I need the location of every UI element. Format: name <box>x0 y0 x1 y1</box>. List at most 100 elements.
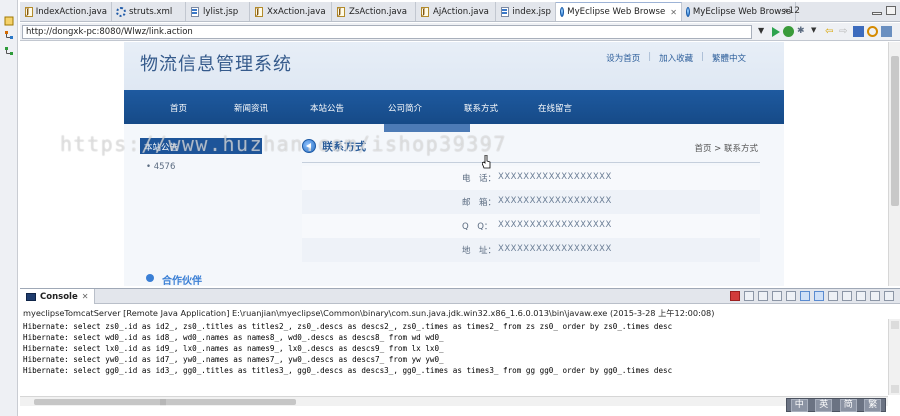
refresh-icon[interactable] <box>867 26 878 37</box>
browser-viewport: 物流信息管理系统 设为首页 | 加入收藏 | 繁體中文 首页 新闻资讯 本站公告… <box>20 42 900 286</box>
contact-heading-text: 联系方式 <box>322 140 366 153</box>
divider: | <box>701 52 704 62</box>
tab-label: struts.xml <box>129 6 173 17</box>
tab-label: AjAction.java <box>433 6 489 17</box>
terminate-icon[interactable] <box>730 291 740 301</box>
debug-icon[interactable] <box>783 26 794 37</box>
chevron-down-icon[interactable]: ▼ <box>811 26 822 37</box>
window-controls <box>872 6 896 15</box>
ime-chinese-button[interactable]: 中 <box>790 398 808 412</box>
hand-cursor-icon <box>482 155 491 169</box>
scroll-up-icon[interactable] <box>891 321 899 329</box>
nav-active-indicator <box>384 124 470 132</box>
grip-icon: ||| <box>160 399 167 406</box>
tab-overflow-button[interactable]: »12 <box>783 6 800 16</box>
console-line: Hibernate: select lx0_.id as id9_, lx0_.… <box>23 344 444 353</box>
console-line: Hibernate: select zs0_.id as id2_, zs0_.… <box>23 322 673 331</box>
console-vertical-scrollbar[interactable] <box>888 319 900 395</box>
open-external-icon[interactable] <box>881 26 892 37</box>
console-horizontal-scrollbar[interactable]: ||| <box>20 396 888 406</box>
close-icon[interactable]: ✕ <box>82 292 89 301</box>
web-browser-icon <box>686 6 690 17</box>
forward-icon[interactable]: ⇨ <box>839 26 850 37</box>
site-nav: 首页 新闻资讯 本站公告 公司简介 联系方式 在线留言 <box>124 90 784 124</box>
console-process-label: myeclipseTomcatServer [Remote Java Appli… <box>23 308 715 318</box>
divider: | <box>648 52 652 62</box>
contact-row-qq: Q Q： XXXXXXXXXXXXXXXXXX <box>302 214 760 238</box>
web-browser-icon <box>560 7 565 17</box>
contact-label: 邮 箱： <box>462 198 497 208</box>
java-file-icon: J <box>24 6 33 17</box>
nav-item-home[interactable]: 首页 <box>170 102 187 114</box>
contact-label: Q Q： <box>462 222 493 232</box>
contact-value: XXXXXXXXXXXXXXXXXX <box>498 172 612 182</box>
vertical-scrollbar[interactable] <box>888 42 900 286</box>
contact-heading: 联系方式 <box>302 138 366 154</box>
tab-label: MyEclipse Web Browse <box>692 6 791 17</box>
remove-all-icon[interactable] <box>758 291 768 301</box>
chevron-down-icon[interactable]: ▼ <box>758 26 764 35</box>
show-on-stdout-icon[interactable] <box>800 291 810 301</box>
tab-index-jsp[interactable]: index.jsp <box>496 2 556 21</box>
open-console-icon[interactable] <box>856 291 866 301</box>
url-input[interactable] <box>22 25 752 39</box>
ime-simplified-button[interactable]: 简 <box>839 398 857 412</box>
minimize-icon[interactable] <box>870 291 880 301</box>
perspective-toolbar <box>0 0 18 416</box>
nav-item-message[interactable]: 在线留言 <box>538 102 572 114</box>
tab-zsaction[interactable]: J ZsAction.java <box>332 2 416 21</box>
scrollbar-thumb[interactable] <box>891 56 899 206</box>
tab-indexaction[interactable]: J IndexAction.java <box>20 2 112 21</box>
maximize-icon[interactable] <box>886 6 896 15</box>
console-line: Hibernate: select gg0_.id as id3_, gg0_.… <box>23 366 673 375</box>
tab-lylist-jsp[interactable]: lylist.jsp <box>186 2 250 21</box>
maximize-icon[interactable] <box>884 291 894 301</box>
link-set-homepage[interactable]: 设为首页 <box>606 52 640 64</box>
console-line: Hibernate: select wd0_.id as id8_, wd0_.… <box>23 333 444 342</box>
contact-value: XXXXXXXXXXXXXXXXXX <box>498 244 612 254</box>
hierarchy-icon[interactable] <box>4 30 14 40</box>
nav-item-contact[interactable]: 联系方式 <box>464 102 498 114</box>
tab-xxaction[interactable]: J XxAction.java <box>250 2 332 21</box>
ime-toolbar: 中 英 简 繁 <box>786 398 886 412</box>
pin-console-icon[interactable] <box>828 291 838 301</box>
nav-item-notice[interactable]: 本站公告 <box>310 102 344 114</box>
contact-row-email: 邮 箱： XXXXXXXXXXXXXXXXXX <box>302 190 760 214</box>
outline-icon[interactable] <box>4 46 14 56</box>
ime-traditional-button[interactable]: 繁 <box>864 398 882 412</box>
back-icon[interactable]: ⇦ <box>825 26 836 37</box>
tab-label: Console <box>40 291 78 302</box>
console-line: Hibernate: select yw0_.id as id7_, yw0_.… <box>23 355 444 364</box>
notice-list-item[interactable]: • 4576 <box>146 162 175 172</box>
browser-toolbar: ✱ ▼ ⇦ ⇨ <box>772 26 892 37</box>
package-explorer-icon[interactable] <box>4 16 14 26</box>
tab-label: XxAction.java <box>267 6 326 17</box>
link-add-favorite[interactable]: 加入收藏 <box>659 52 693 64</box>
link-traditional-chinese[interactable]: 繁體中文 <box>712 52 746 64</box>
clear-console-icon[interactable] <box>772 291 782 301</box>
tab-console[interactable]: Console ✕ <box>20 289 96 304</box>
settings-icon[interactable]: ✱ <box>797 26 808 37</box>
console-output[interactable]: Hibernate: select zs0_.id as id2_, zs0_.… <box>23 321 885 393</box>
display-selected-console-icon[interactable] <box>842 291 852 301</box>
nav-item-company[interactable]: 公司简介 <box>388 102 422 114</box>
stop-icon[interactable] <box>853 26 864 37</box>
tab-web-browser[interactable]: MyEclipse Web Browse <box>682 2 796 21</box>
tab-web-browser-active[interactable]: MyEclipse Web Browse ✕ <box>556 2 682 21</box>
contact-row-phone: 电 话： XXXXXXXXXXXXXXXXXX <box>302 166 760 190</box>
scroll-lock-icon[interactable] <box>786 291 796 301</box>
tab-label: IndexAction.java <box>35 6 107 17</box>
go-icon[interactable] <box>772 26 780 37</box>
tab-ajaction[interactable]: J AjAction.java <box>416 2 496 21</box>
contact-label: 地 址： <box>462 246 497 256</box>
scroll-down-icon[interactable] <box>891 385 899 393</box>
contact-value: XXXXXXXXXXXXXXXXXX <box>498 220 612 230</box>
minimize-icon[interactable] <box>872 12 882 15</box>
close-icon[interactable]: ✕ <box>670 8 677 17</box>
tab-struts-xml[interactable]: struts.xml <box>112 2 186 21</box>
remove-launch-icon[interactable] <box>744 291 754 301</box>
console-view: Console ✕ myeclipseTomcatServer [Remote … <box>20 288 900 416</box>
show-on-stderr-icon[interactable] <box>814 291 824 301</box>
nav-item-news[interactable]: 新闻资讯 <box>234 102 268 114</box>
ime-english-button[interactable]: 英 <box>815 398 833 412</box>
